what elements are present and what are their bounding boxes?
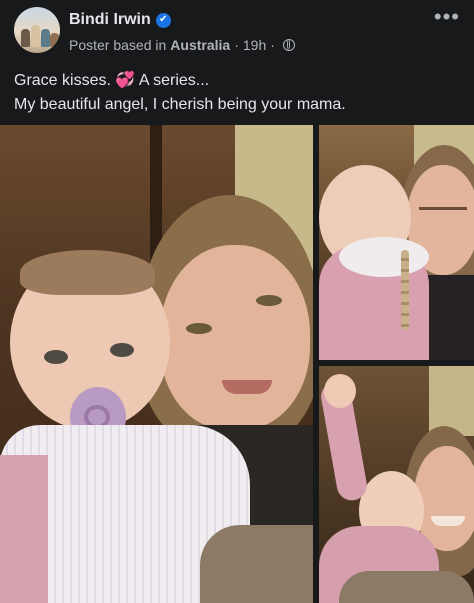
baby-eye-left — [44, 350, 68, 364]
baby-sleeve — [0, 455, 48, 603]
baby-eye-right — [110, 343, 134, 357]
post-header: Bindi Irwin ✔ Poster based in Australia … — [0, 0, 474, 62]
blanket — [339, 571, 474, 603]
mother-smile — [431, 516, 465, 526]
author-row: Bindi Irwin ✔ — [69, 11, 171, 29]
author-name[interactable]: Bindi Irwin — [69, 11, 151, 29]
meta-separator: · — [234, 37, 239, 53]
verified-badge-icon: ✔ — [155, 12, 171, 28]
mother-eye-right — [256, 295, 282, 306]
location-prefix: Poster based in — [69, 37, 167, 53]
mother-face — [160, 245, 310, 430]
photo-3[interactable] — [319, 366, 474, 603]
blanket — [200, 525, 313, 603]
post-timestamp[interactable]: 19h — [243, 37, 266, 53]
globe-icon[interactable] — [282, 39, 295, 51]
caption-line-2: My beautiful angel, I cherish being your… — [14, 96, 346, 113]
baby-hand — [324, 374, 356, 408]
photo-2[interactable] — [319, 125, 474, 360]
heart-emoji-icon: 💞 — [115, 72, 136, 89]
location-link[interactable]: Australia — [170, 37, 230, 53]
caption-text-a: Grace kisses. — [14, 72, 111, 89]
caption-text-b: A series... — [138, 72, 210, 89]
baby-collar — [339, 237, 429, 277]
mother-eye-closed — [419, 207, 467, 210]
author-avatar[interactable] — [14, 7, 60, 53]
meta-separator-2: · — [270, 37, 275, 53]
mother-smile — [222, 380, 272, 394]
pacifier-clip — [401, 250, 409, 330]
baby-hair — [20, 250, 155, 295]
post-caption: Grace kisses. 💞 A series... My beautiful… — [14, 69, 464, 117]
post-meta: Poster based in Australia · 19h · — [69, 37, 295, 53]
mother-eye-left — [186, 323, 212, 334]
caption-line-1: Grace kisses. 💞 A series... — [14, 69, 464, 93]
window-light — [429, 366, 474, 436]
photo-1[interactable] — [0, 125, 313, 603]
more-options-icon[interactable]: ••• — [434, 4, 460, 30]
